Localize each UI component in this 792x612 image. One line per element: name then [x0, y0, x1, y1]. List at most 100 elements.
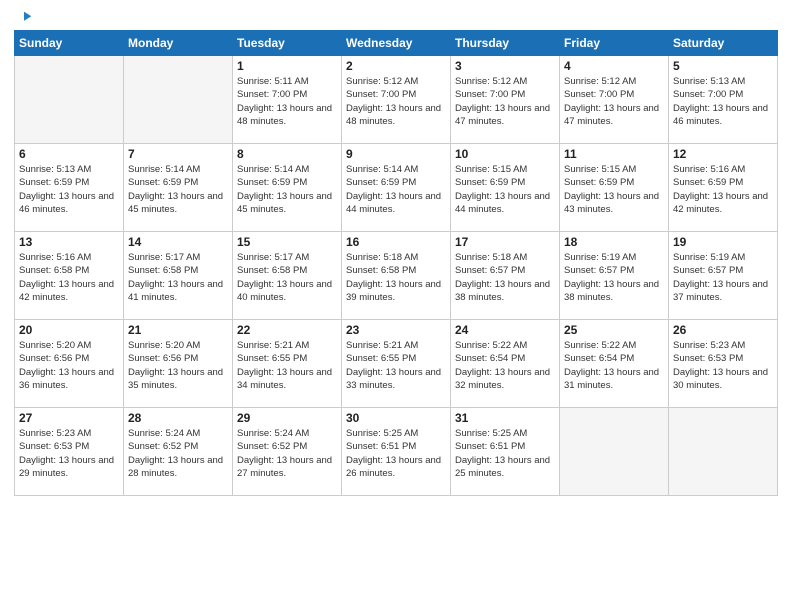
- day-number: 10: [455, 147, 555, 161]
- day-number: 28: [128, 411, 228, 425]
- weekday-header-row: SundayMondayTuesdayWednesdayThursdayFrid…: [15, 31, 778, 56]
- weekday-header-monday: Monday: [124, 31, 233, 56]
- calendar-cell: 6 Sunrise: 5:13 AMSunset: 6:59 PMDaylight…: [15, 144, 124, 232]
- day-number: 12: [673, 147, 773, 161]
- weekday-header-tuesday: Tuesday: [233, 31, 342, 56]
- calendar-cell: 17 Sunrise: 5:18 AMSunset: 6:57 PMDayligh…: [451, 232, 560, 320]
- calendar-cell: 14 Sunrise: 5:17 AMSunset: 6:58 PMDayligh…: [124, 232, 233, 320]
- calendar-cell: [15, 56, 124, 144]
- day-info: Sunrise: 5:11 AMSunset: 7:00 PMDaylight:…: [237, 75, 337, 128]
- day-number: 25: [564, 323, 664, 337]
- day-info: Sunrise: 5:24 AMSunset: 6:52 PMDaylight:…: [128, 427, 228, 480]
- calendar-cell: [124, 56, 233, 144]
- day-info: Sunrise: 5:22 AMSunset: 6:54 PMDaylight:…: [564, 339, 664, 392]
- weekday-header-friday: Friday: [560, 31, 669, 56]
- day-info: Sunrise: 5:15 AMSunset: 6:59 PMDaylight:…: [455, 163, 555, 216]
- day-info: Sunrise: 5:21 AMSunset: 6:55 PMDaylight:…: [346, 339, 446, 392]
- day-info: Sunrise: 5:12 AMSunset: 7:00 PMDaylight:…: [346, 75, 446, 128]
- calendar-cell: 27Sunrise: 5:23 AMSunset: 6:53 PMDayligh…: [15, 408, 124, 496]
- page: SundayMondayTuesdayWednesdayThursdayFrid…: [0, 0, 792, 612]
- calendar-cell: 9 Sunrise: 5:14 AMSunset: 6:59 PMDaylight…: [342, 144, 451, 232]
- calendar-cell: 21 Sunrise: 5:20 AMSunset: 6:56 PMDayligh…: [124, 320, 233, 408]
- calendar-cell: 16 Sunrise: 5:18 AMSunset: 6:58 PMDayligh…: [342, 232, 451, 320]
- day-info: Sunrise: 5:15 AMSunset: 6:59 PMDaylight:…: [564, 163, 664, 216]
- calendar-cell: 29 Sunrise: 5:24 AMSunset: 6:52 PMDayligh…: [233, 408, 342, 496]
- day-number: 1: [237, 59, 337, 73]
- calendar-cell: 22 Sunrise: 5:21 AMSunset: 6:55 PMDayligh…: [233, 320, 342, 408]
- day-number: 4: [564, 59, 664, 73]
- calendar-cell: 13 Sunrise: 5:16 AMSunset: 6:58 PMDayligh…: [15, 232, 124, 320]
- calendar-cell: 15 Sunrise: 5:17 AMSunset: 6:58 PMDayligh…: [233, 232, 342, 320]
- calendar-cell: 12Sunrise: 5:16 AMSunset: 6:59 PMDayligh…: [669, 144, 778, 232]
- day-info: Sunrise: 5:18 AMSunset: 6:58 PMDaylight:…: [346, 251, 446, 304]
- day-info: Sunrise: 5:25 AMSunset: 6:51 PMDaylight:…: [455, 427, 555, 480]
- day-info: Sunrise: 5:24 AMSunset: 6:52 PMDaylight:…: [237, 427, 337, 480]
- calendar-cell: 24 Sunrise: 5:22 AMSunset: 6:54 PMDayligh…: [451, 320, 560, 408]
- logo: [14, 10, 33, 24]
- day-info: Sunrise: 5:20 AMSunset: 6:56 PMDaylight:…: [19, 339, 119, 392]
- day-number: 26: [673, 323, 773, 337]
- day-info: Sunrise: 5:12 AMSunset: 7:00 PMDaylight:…: [455, 75, 555, 128]
- day-info: Sunrise: 5:22 AMSunset: 6:54 PMDaylight:…: [455, 339, 555, 392]
- day-number: 7: [128, 147, 228, 161]
- logo-flag-icon: [15, 10, 33, 28]
- day-number: 24: [455, 323, 555, 337]
- day-info: Sunrise: 5:17 AMSunset: 6:58 PMDaylight:…: [128, 251, 228, 304]
- day-number: 30: [346, 411, 446, 425]
- day-info: Sunrise: 5:16 AMSunset: 6:58 PMDaylight:…: [19, 251, 119, 304]
- day-number: 22: [237, 323, 337, 337]
- day-info: Sunrise: 5:13 AMSunset: 7:00 PMDaylight:…: [673, 75, 773, 128]
- weekday-header-sunday: Sunday: [15, 31, 124, 56]
- calendar-cell: 25 Sunrise: 5:22 AMSunset: 6:54 PMDayligh…: [560, 320, 669, 408]
- day-info: Sunrise: 5:17 AMSunset: 6:58 PMDaylight:…: [237, 251, 337, 304]
- day-info: Sunrise: 5:19 AMSunset: 6:57 PMDaylight:…: [673, 251, 773, 304]
- calendar-cell: 28 Sunrise: 5:24 AMSunset: 6:52 PMDayligh…: [124, 408, 233, 496]
- day-info: Sunrise: 5:14 AMSunset: 6:59 PMDaylight:…: [237, 163, 337, 216]
- calendar-cell: 4Sunrise: 5:12 AMSunset: 7:00 PMDaylight…: [560, 56, 669, 144]
- day-info: Sunrise: 5:20 AMSunset: 6:56 PMDaylight:…: [128, 339, 228, 392]
- day-number: 2: [346, 59, 446, 73]
- calendar-cell: 26 Sunrise: 5:23 AMSunset: 6:53 PMDayligh…: [669, 320, 778, 408]
- day-number: 29: [237, 411, 337, 425]
- calendar-cell: 20Sunrise: 5:20 AMSunset: 6:56 PMDayligh…: [15, 320, 124, 408]
- calendar-cell: 31 Sunrise: 5:25 AMSunset: 6:51 PMDayligh…: [451, 408, 560, 496]
- day-number: 23: [346, 323, 446, 337]
- day-info: Sunrise: 5:14 AMSunset: 6:59 PMDaylight:…: [128, 163, 228, 216]
- weekday-header-wednesday: Wednesday: [342, 31, 451, 56]
- day-number: 17: [455, 235, 555, 249]
- day-number: 16: [346, 235, 446, 249]
- calendar-cell: 5Sunrise: 5:13 AMSunset: 7:00 PMDaylight…: [669, 56, 778, 144]
- calendar-cell: 11 Sunrise: 5:15 AMSunset: 6:59 PMDayligh…: [560, 144, 669, 232]
- day-number: 31: [455, 411, 555, 425]
- day-number: 11: [564, 147, 664, 161]
- weekday-header-saturday: Saturday: [669, 31, 778, 56]
- day-number: 13: [19, 235, 119, 249]
- day-number: 6: [19, 147, 119, 161]
- calendar-cell: 10 Sunrise: 5:15 AMSunset: 6:59 PMDayligh…: [451, 144, 560, 232]
- weekday-header-thursday: Thursday: [451, 31, 560, 56]
- week-row-4: 20Sunrise: 5:20 AMSunset: 6:56 PMDayligh…: [15, 320, 778, 408]
- day-info: Sunrise: 5:18 AMSunset: 6:57 PMDaylight:…: [455, 251, 555, 304]
- calendar-cell: 3Sunrise: 5:12 AMSunset: 7:00 PMDaylight…: [451, 56, 560, 144]
- calendar-cell: [669, 408, 778, 496]
- calendar-cell: 30 Sunrise: 5:25 AMSunset: 6:51 PMDayligh…: [342, 408, 451, 496]
- day-info: Sunrise: 5:14 AMSunset: 6:59 PMDaylight:…: [346, 163, 446, 216]
- calendar-cell: 23 Sunrise: 5:21 AMSunset: 6:55 PMDayligh…: [342, 320, 451, 408]
- day-info: Sunrise: 5:23 AMSunset: 6:53 PMDaylight:…: [19, 427, 119, 480]
- week-row-1: 1 Sunrise: 5:11 AMSunset: 7:00 PMDaylight…: [15, 56, 778, 144]
- day-info: Sunrise: 5:13 AMSunset: 6:59 PMDaylight:…: [19, 163, 119, 216]
- header: [14, 10, 778, 24]
- day-number: 21: [128, 323, 228, 337]
- day-number: 14: [128, 235, 228, 249]
- week-row-2: 6 Sunrise: 5:13 AMSunset: 6:59 PMDaylight…: [15, 144, 778, 232]
- day-number: 9: [346, 147, 446, 161]
- calendar-cell: [560, 408, 669, 496]
- day-info: Sunrise: 5:23 AMSunset: 6:53 PMDaylight:…: [673, 339, 773, 392]
- day-info: Sunrise: 5:21 AMSunset: 6:55 PMDaylight:…: [237, 339, 337, 392]
- day-number: 18: [564, 235, 664, 249]
- day-info: Sunrise: 5:25 AMSunset: 6:51 PMDaylight:…: [346, 427, 446, 480]
- calendar-cell: 1 Sunrise: 5:11 AMSunset: 7:00 PMDaylight…: [233, 56, 342, 144]
- calendar-cell: 19Sunrise: 5:19 AMSunset: 6:57 PMDayligh…: [669, 232, 778, 320]
- calendar-cell: 2 Sunrise: 5:12 AMSunset: 7:00 PMDaylight…: [342, 56, 451, 144]
- day-number: 15: [237, 235, 337, 249]
